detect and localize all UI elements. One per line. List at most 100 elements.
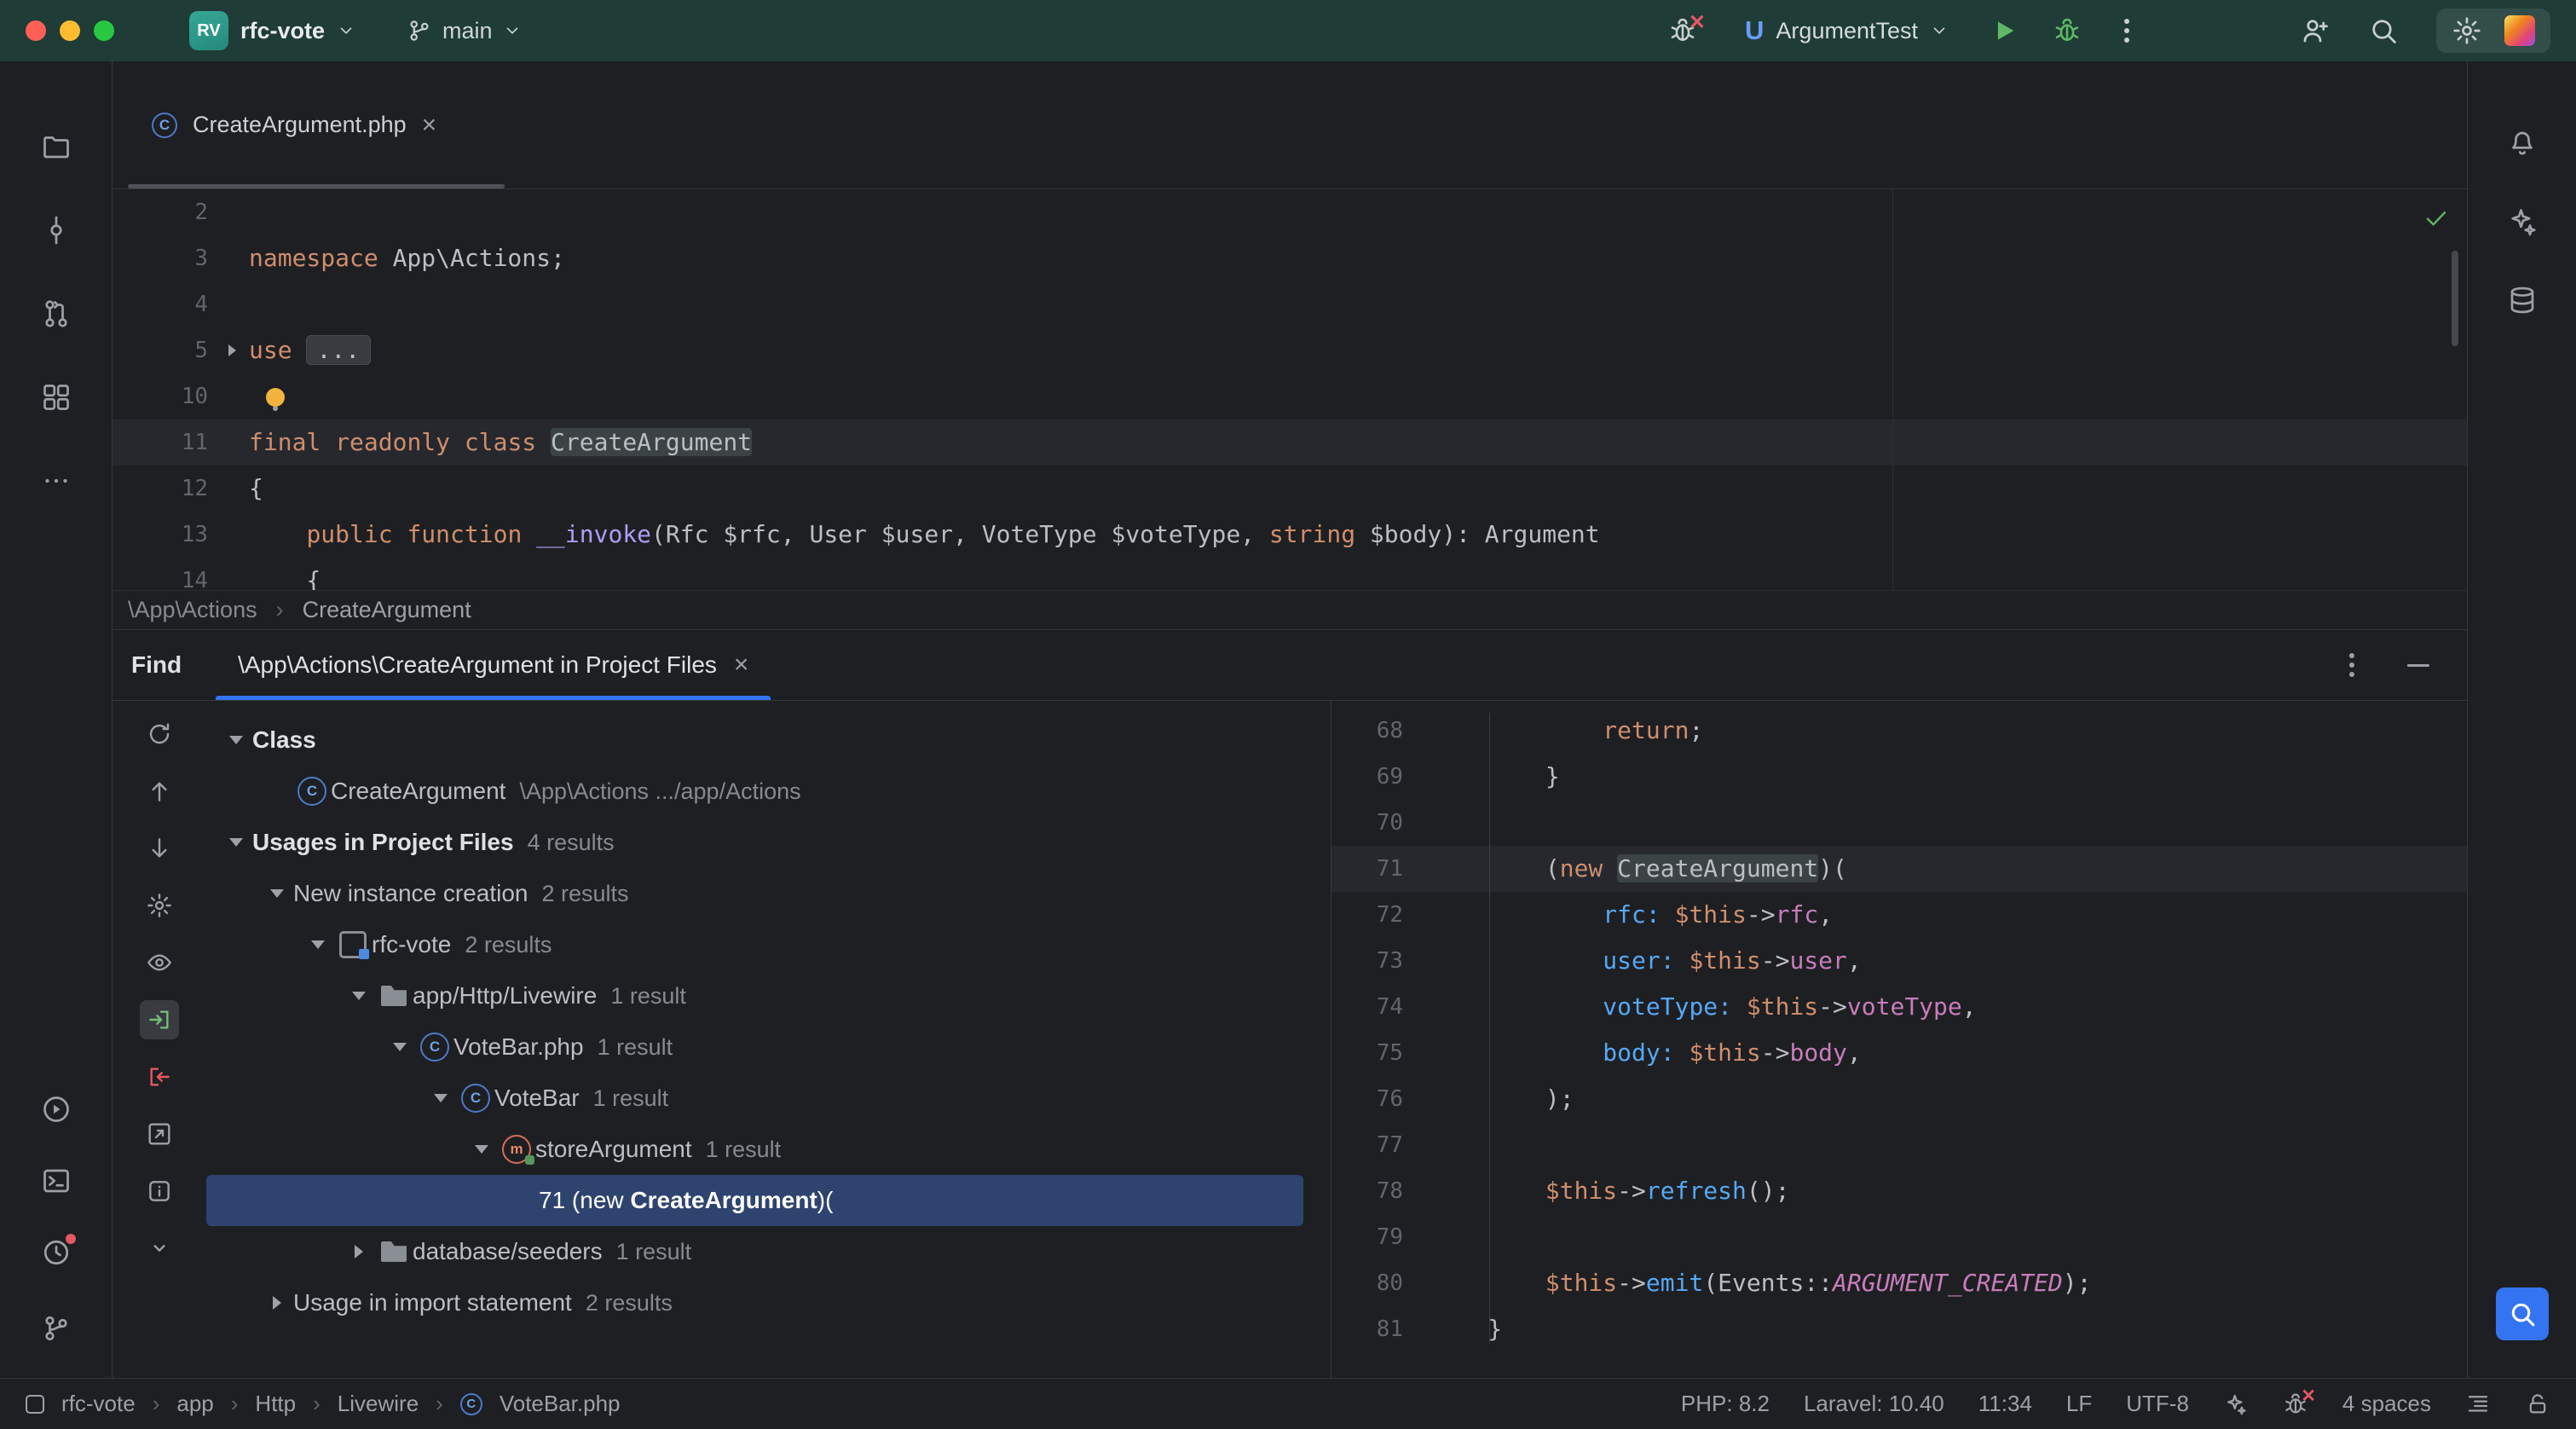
tree-item-usage-line-71[interactable]: 71 (new CreateArgument)( xyxy=(206,1175,1303,1226)
info-icon[interactable] xyxy=(140,1172,179,1211)
hide-tool-window-icon[interactable] xyxy=(2407,664,2429,667)
more-actions-button[interactable] xyxy=(2124,28,2129,33)
ai-assistant-status-icon[interactable] xyxy=(2223,1391,2249,1417)
code-line-74[interactable]: 74 voteType: $this->voteType, xyxy=(1331,984,2467,1030)
php-version[interactable]: PHP: 8.2 xyxy=(1681,1391,1770,1417)
editor-tab-createargument[interactable]: C CreateArgument.php xyxy=(130,61,459,188)
code-line-4[interactable]: 4 xyxy=(113,281,2467,327)
database-icon[interactable] xyxy=(2507,285,2538,315)
settings-gear-icon[interactable] xyxy=(2452,15,2482,46)
code-line-11[interactable]: 11final readonly class CreateArgument xyxy=(113,419,2467,466)
close-tab-icon[interactable] xyxy=(422,113,437,138)
project-widget[interactable]: RV rfc-vote xyxy=(189,11,355,50)
chevron-down-icon[interactable] xyxy=(261,868,293,919)
code-line-75[interactable]: 75 body: $this->body, xyxy=(1331,1030,2467,1076)
terminal-icon[interactable] xyxy=(41,1166,72,1196)
tree-group-usages[interactable]: Usages in Project Files4 results xyxy=(206,817,1303,868)
branch-widget[interactable]: main xyxy=(407,18,522,44)
more-tool-windows-icon[interactable] xyxy=(41,466,72,496)
tree-item-storeargument[interactable]: storeArgument1 result xyxy=(206,1124,1303,1175)
code-line-78[interactable]: 78 $this->refresh(); xyxy=(1331,1168,2467,1214)
chevron-down-icon[interactable] xyxy=(384,1021,416,1073)
tests-failed-status-icon[interactable]: ✕ xyxy=(2283,1391,2308,1417)
chevron-down-icon[interactable] xyxy=(220,714,252,766)
status-path-file[interactable]: VoteBar.php xyxy=(500,1391,621,1417)
close-results-tab-icon[interactable] xyxy=(734,652,749,678)
pull-requests-icon[interactable] xyxy=(41,298,72,329)
editor-scrollbar[interactable] xyxy=(2452,251,2458,346)
version-control-icon[interactable] xyxy=(41,1313,72,1344)
chevron-right-icon[interactable] xyxy=(261,1277,293,1328)
code-line-13[interactable]: 13 public function __invoke(Rfc $rfc, Us… xyxy=(113,512,2467,558)
code-editor[interactable]: 23namespace App\Actions;45use...1011fina… xyxy=(113,189,2467,590)
tab-scrollbar[interactable] xyxy=(128,184,505,188)
status-path-http[interactable]: Http xyxy=(255,1391,296,1417)
add-user-icon[interactable] xyxy=(2300,15,2331,46)
laravel-version[interactable]: Laravel: 10.40 xyxy=(1804,1391,1944,1417)
code-line-5[interactable]: 5use... xyxy=(113,327,2467,373)
code-line-81[interactable]: 81 } xyxy=(1331,1306,2467,1352)
tree-group-class[interactable]: Class xyxy=(206,714,1303,766)
problems-icon[interactable] xyxy=(41,1237,72,1272)
code-line-79[interactable]: 79 xyxy=(1331,1214,2467,1260)
search-icon[interactable] xyxy=(2368,15,2399,46)
commit-icon[interactable] xyxy=(41,215,72,246)
preview-toggle-icon[interactable] xyxy=(140,943,179,982)
code-line-69[interactable]: 69 } xyxy=(1331,754,2467,800)
tree-item-rfc-vote[interactable]: rfc-vote2 results xyxy=(206,919,1303,970)
status-path-app[interactable]: app xyxy=(176,1391,213,1417)
open-in-new-tab-icon[interactable] xyxy=(140,1114,179,1154)
project-folder-icon[interactable] xyxy=(41,131,72,162)
clock[interactable]: 11:34 xyxy=(1978,1391,2032,1417)
run-button[interactable] xyxy=(1990,16,2019,45)
inspections-ok-icon[interactable] xyxy=(2423,205,2450,232)
code-line-72[interactable]: 72 rfc: $this->rfc, xyxy=(1331,892,2467,938)
run-configuration-widget[interactable]: U ArgumentTest xyxy=(1745,15,1949,46)
intention-bulb-icon[interactable] xyxy=(266,388,285,407)
tree-group-new-instance[interactable]: New instance creation2 results xyxy=(206,868,1303,919)
chevron-down-icon[interactable] xyxy=(343,970,375,1021)
chevron-down-icon[interactable] xyxy=(302,919,334,970)
breadcrumb-namespace[interactable]: \App\Actions xyxy=(128,597,257,623)
tree-item-database-seeders[interactable]: database/seeders1 result xyxy=(206,1226,1303,1277)
indent-setting[interactable]: 4 spaces xyxy=(2342,1391,2431,1417)
lock-open-icon[interactable] xyxy=(2525,1391,2550,1417)
tree-group-import-usage[interactable]: Usage in import statement2 results xyxy=(206,1277,1303,1328)
ai-plugin-icon[interactable] xyxy=(2504,15,2535,46)
find-in-files-button[interactable] xyxy=(2496,1287,2549,1340)
breadcrumb-class[interactable]: CreateArgument xyxy=(303,597,471,623)
code-line-73[interactable]: 73 user: $this->user, xyxy=(1331,938,2467,984)
find-results-tab[interactable]: \App\Actions\CreateArgument in Project F… xyxy=(216,630,771,700)
navigate-source-enabled-icon[interactable] xyxy=(140,1000,179,1039)
close-window-button[interactable] xyxy=(26,20,46,41)
code-line-14[interactable]: 14 { xyxy=(113,558,2467,590)
tree-item-createargument[interactable]: CreateArgument\App\Actions .../app/Actio… xyxy=(206,766,1303,817)
ai-assistant-icon[interactable] xyxy=(2507,206,2538,237)
status-path-project[interactable]: rfc-vote xyxy=(61,1391,136,1417)
chevron-down-icon[interactable] xyxy=(425,1073,457,1124)
line-separator[interactable]: LF xyxy=(2066,1391,2092,1417)
usage-preview-pane[interactable]: 68 return;69 }7071 (new CreateArgument)(… xyxy=(1331,701,2467,1378)
debug-button[interactable] xyxy=(2053,16,2082,45)
code-line-77[interactable]: 77 xyxy=(1331,1122,2467,1168)
move-down-icon[interactable] xyxy=(140,829,179,868)
code-line-12[interactable]: 12{ xyxy=(113,466,2467,512)
tree-item-app-http-livewire[interactable]: app/Http/Livewire1 result xyxy=(206,970,1303,1021)
code-line-71[interactable]: 71 (new CreateArgument)( xyxy=(1331,846,2467,892)
status-path-livewire[interactable]: Livewire xyxy=(338,1391,419,1417)
code-line-2[interactable]: 2 xyxy=(113,189,2467,235)
chevron-right-icon[interactable] xyxy=(343,1226,375,1277)
navigate-source-disabled-icon[interactable] xyxy=(140,1057,179,1096)
rerun-search-icon[interactable] xyxy=(140,714,179,754)
chevron-down-icon[interactable] xyxy=(220,817,252,868)
code-line-3[interactable]: 3namespace App\Actions; xyxy=(113,235,2467,281)
tests-failed-muted-icon[interactable]: ✕ xyxy=(1668,16,1697,45)
code-line-76[interactable]: 76 ); xyxy=(1331,1076,2467,1122)
fold-marker-icon[interactable] xyxy=(222,327,249,373)
tree-item-votebar[interactable]: VoteBar1 result xyxy=(206,1073,1303,1124)
tree-item-votebar-php[interactable]: VoteBar.php1 result xyxy=(206,1021,1303,1073)
code-line-80[interactable]: 80 $this->emit(Events::ARGUMENT_CREATED)… xyxy=(1331,1260,2467,1306)
code-line-10[interactable]: 10 xyxy=(113,373,2467,419)
minimize-window-button[interactable] xyxy=(60,20,80,41)
expand-chevron-icon[interactable] xyxy=(140,1229,179,1268)
